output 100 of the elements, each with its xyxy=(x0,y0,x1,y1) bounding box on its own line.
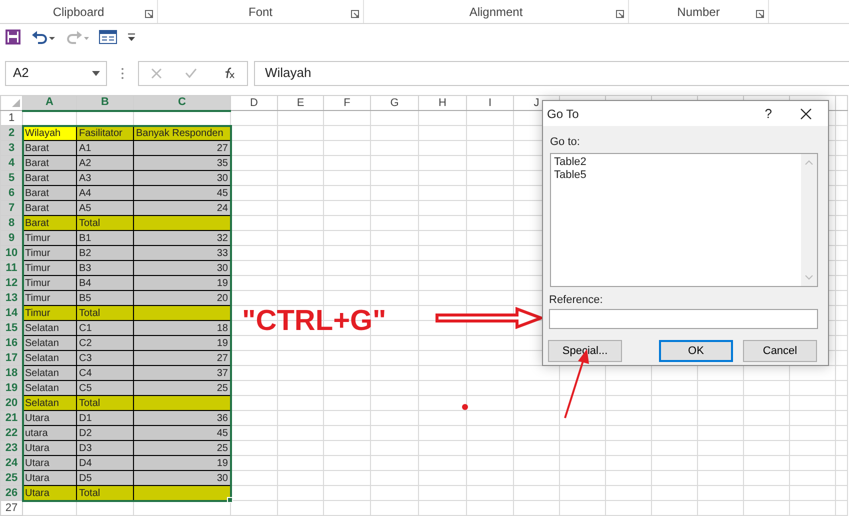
table-cell[interactable]: Barat xyxy=(22,186,76,200)
table-cell[interactable]: Utara xyxy=(22,486,76,500)
row-header[interactable]: 25 xyxy=(0,470,22,486)
table-cell[interactable]: Barat xyxy=(22,200,76,216)
table-cell[interactable]: C3 xyxy=(76,350,134,366)
table-cell[interactable]: 35 xyxy=(134,156,230,170)
table-cell[interactable]: Timur xyxy=(22,306,76,320)
table-cell[interactable]: 33 xyxy=(134,246,230,260)
dialog-button[interactable]: OK xyxy=(659,340,733,362)
table-cell[interactable]: Total xyxy=(76,396,134,410)
row-header[interactable]: 17 xyxy=(0,350,22,366)
table-cell[interactable]: 30 xyxy=(134,260,230,276)
table-cell[interactable]: A5 xyxy=(76,200,134,216)
table-cell[interactable]: 19 xyxy=(134,456,230,470)
row-header[interactable]: 8 xyxy=(0,216,22,230)
table-cell[interactable]: 30 xyxy=(134,170,230,186)
column-header[interactable]: G xyxy=(370,96,418,110)
row-header[interactable]: 24 xyxy=(0,456,22,470)
table-cell[interactable]: Selatan xyxy=(22,366,76,380)
dialog-button[interactable]: Cancel xyxy=(743,340,817,362)
column-header[interactable]: C xyxy=(134,96,230,110)
table-cell[interactable]: D1 xyxy=(76,410,134,426)
table-cell[interactable]: B3 xyxy=(76,260,134,276)
table-cell[interactable]: 27 xyxy=(134,350,230,366)
table-cell[interactable]: Utara xyxy=(22,410,76,426)
table-cell[interactable]: D4 xyxy=(76,456,134,470)
table-cell[interactable]: 27 xyxy=(134,140,230,156)
dialog-launcher-icon[interactable] xyxy=(616,10,624,18)
table-cell[interactable]: utara xyxy=(22,426,76,440)
column-header[interactable]: E xyxy=(278,96,324,110)
row-header[interactable]: 12 xyxy=(0,276,22,290)
table-cell[interactable]: 37 xyxy=(134,366,230,380)
table-cell[interactable]: A4 xyxy=(76,186,134,200)
row-header[interactable]: 11 xyxy=(0,260,22,276)
table-cell[interactable]: 18 xyxy=(134,320,230,336)
table-cell[interactable]: Selatan xyxy=(22,336,76,350)
list-item[interactable]: Table5 xyxy=(554,168,586,182)
row-header[interactable]: 1 xyxy=(0,110,22,126)
table-cell[interactable]: Utara xyxy=(22,440,76,456)
row-header[interactable]: 3 xyxy=(0,140,22,156)
table-cell[interactable]: Total xyxy=(76,306,134,320)
column-header[interactable]: D xyxy=(230,96,278,110)
table-cell[interactable]: Selatan xyxy=(22,396,76,410)
dialog-launcher-icon[interactable] xyxy=(756,10,764,18)
table-cell[interactable]: 25 xyxy=(134,440,230,456)
dialog-launcher-icon[interactable] xyxy=(145,10,153,18)
row-header[interactable]: 6 xyxy=(0,186,22,200)
table-cell[interactable]: Selatan xyxy=(22,350,76,366)
row-header[interactable]: 26 xyxy=(0,486,22,500)
column-header[interactable]: I xyxy=(466,96,514,110)
customize-icon[interactable] xyxy=(127,32,136,42)
row-header[interactable]: 2 xyxy=(0,126,22,140)
table-cell[interactable]: Timur xyxy=(22,290,76,306)
table-cell[interactable]: Barat xyxy=(22,140,76,156)
table-cell[interactable]: Barat xyxy=(22,156,76,170)
row-header[interactable]: 7 xyxy=(0,200,22,216)
save-icon[interactable] xyxy=(5,29,21,45)
table-cell[interactable]: Utara xyxy=(22,456,76,470)
row-header[interactable]: 13 xyxy=(0,290,22,306)
table-cell[interactable]: A1 xyxy=(76,140,134,156)
table-cell[interactable]: Selatan xyxy=(22,380,76,396)
table-cell[interactable]: 45 xyxy=(134,186,230,200)
row-header[interactable]: 19 xyxy=(0,380,22,396)
table-cell[interactable]: D2 xyxy=(76,426,134,440)
column-header[interactable]: B xyxy=(76,96,134,110)
table-cell[interactable]: A3 xyxy=(76,170,134,186)
table-cell[interactable]: Timur xyxy=(22,230,76,246)
more-icon[interactable] xyxy=(121,66,124,80)
table-cell[interactable]: A2 xyxy=(76,156,134,170)
table-cell[interactable]: Timur xyxy=(22,260,76,276)
table-cell[interactable]: 25 xyxy=(134,380,230,396)
row-header[interactable]: 20 xyxy=(0,396,22,410)
help-button[interactable]: ? xyxy=(764,104,772,124)
table-cell[interactable]: 30 xyxy=(134,470,230,486)
row-header[interactable]: 5 xyxy=(0,170,22,186)
reference-field[interactable] xyxy=(549,309,818,329)
table-cell[interactable]: 32 xyxy=(134,230,230,246)
table-cell[interactable]: 20 xyxy=(134,290,230,306)
table-cell[interactable]: 19 xyxy=(134,336,230,350)
table-cell[interactable]: 36 xyxy=(134,410,230,426)
table-cell[interactable]: C2 xyxy=(76,336,134,350)
table-cell[interactable]: Barat xyxy=(22,170,76,186)
row-header[interactable]: 4 xyxy=(0,156,22,170)
table-cell[interactable]: Total xyxy=(76,486,134,500)
row-header[interactable]: 23 xyxy=(0,440,22,456)
close-icon[interactable] xyxy=(800,108,812,120)
undo-icon[interactable] xyxy=(31,29,55,45)
table-cell[interactable]: 24 xyxy=(134,200,230,216)
list-item[interactable]: Table2 xyxy=(554,156,586,168)
table-cell[interactable]: B5 xyxy=(76,290,134,306)
row-header[interactable]: 27 xyxy=(0,500,22,516)
table-cell[interactable]: Timur xyxy=(22,246,76,260)
row-header[interactable]: 14 xyxy=(0,306,22,320)
row-header[interactable]: 21 xyxy=(0,410,22,426)
column-header[interactable]: A xyxy=(22,96,76,110)
table-cell[interactable]: B2 xyxy=(76,246,134,260)
formula-field[interactable]: Wilayah xyxy=(254,60,849,86)
dropdown-arrow-icon[interactable] xyxy=(92,70,100,76)
table-cell[interactable]: Utara xyxy=(22,470,76,486)
row-header[interactable]: 16 xyxy=(0,336,22,350)
